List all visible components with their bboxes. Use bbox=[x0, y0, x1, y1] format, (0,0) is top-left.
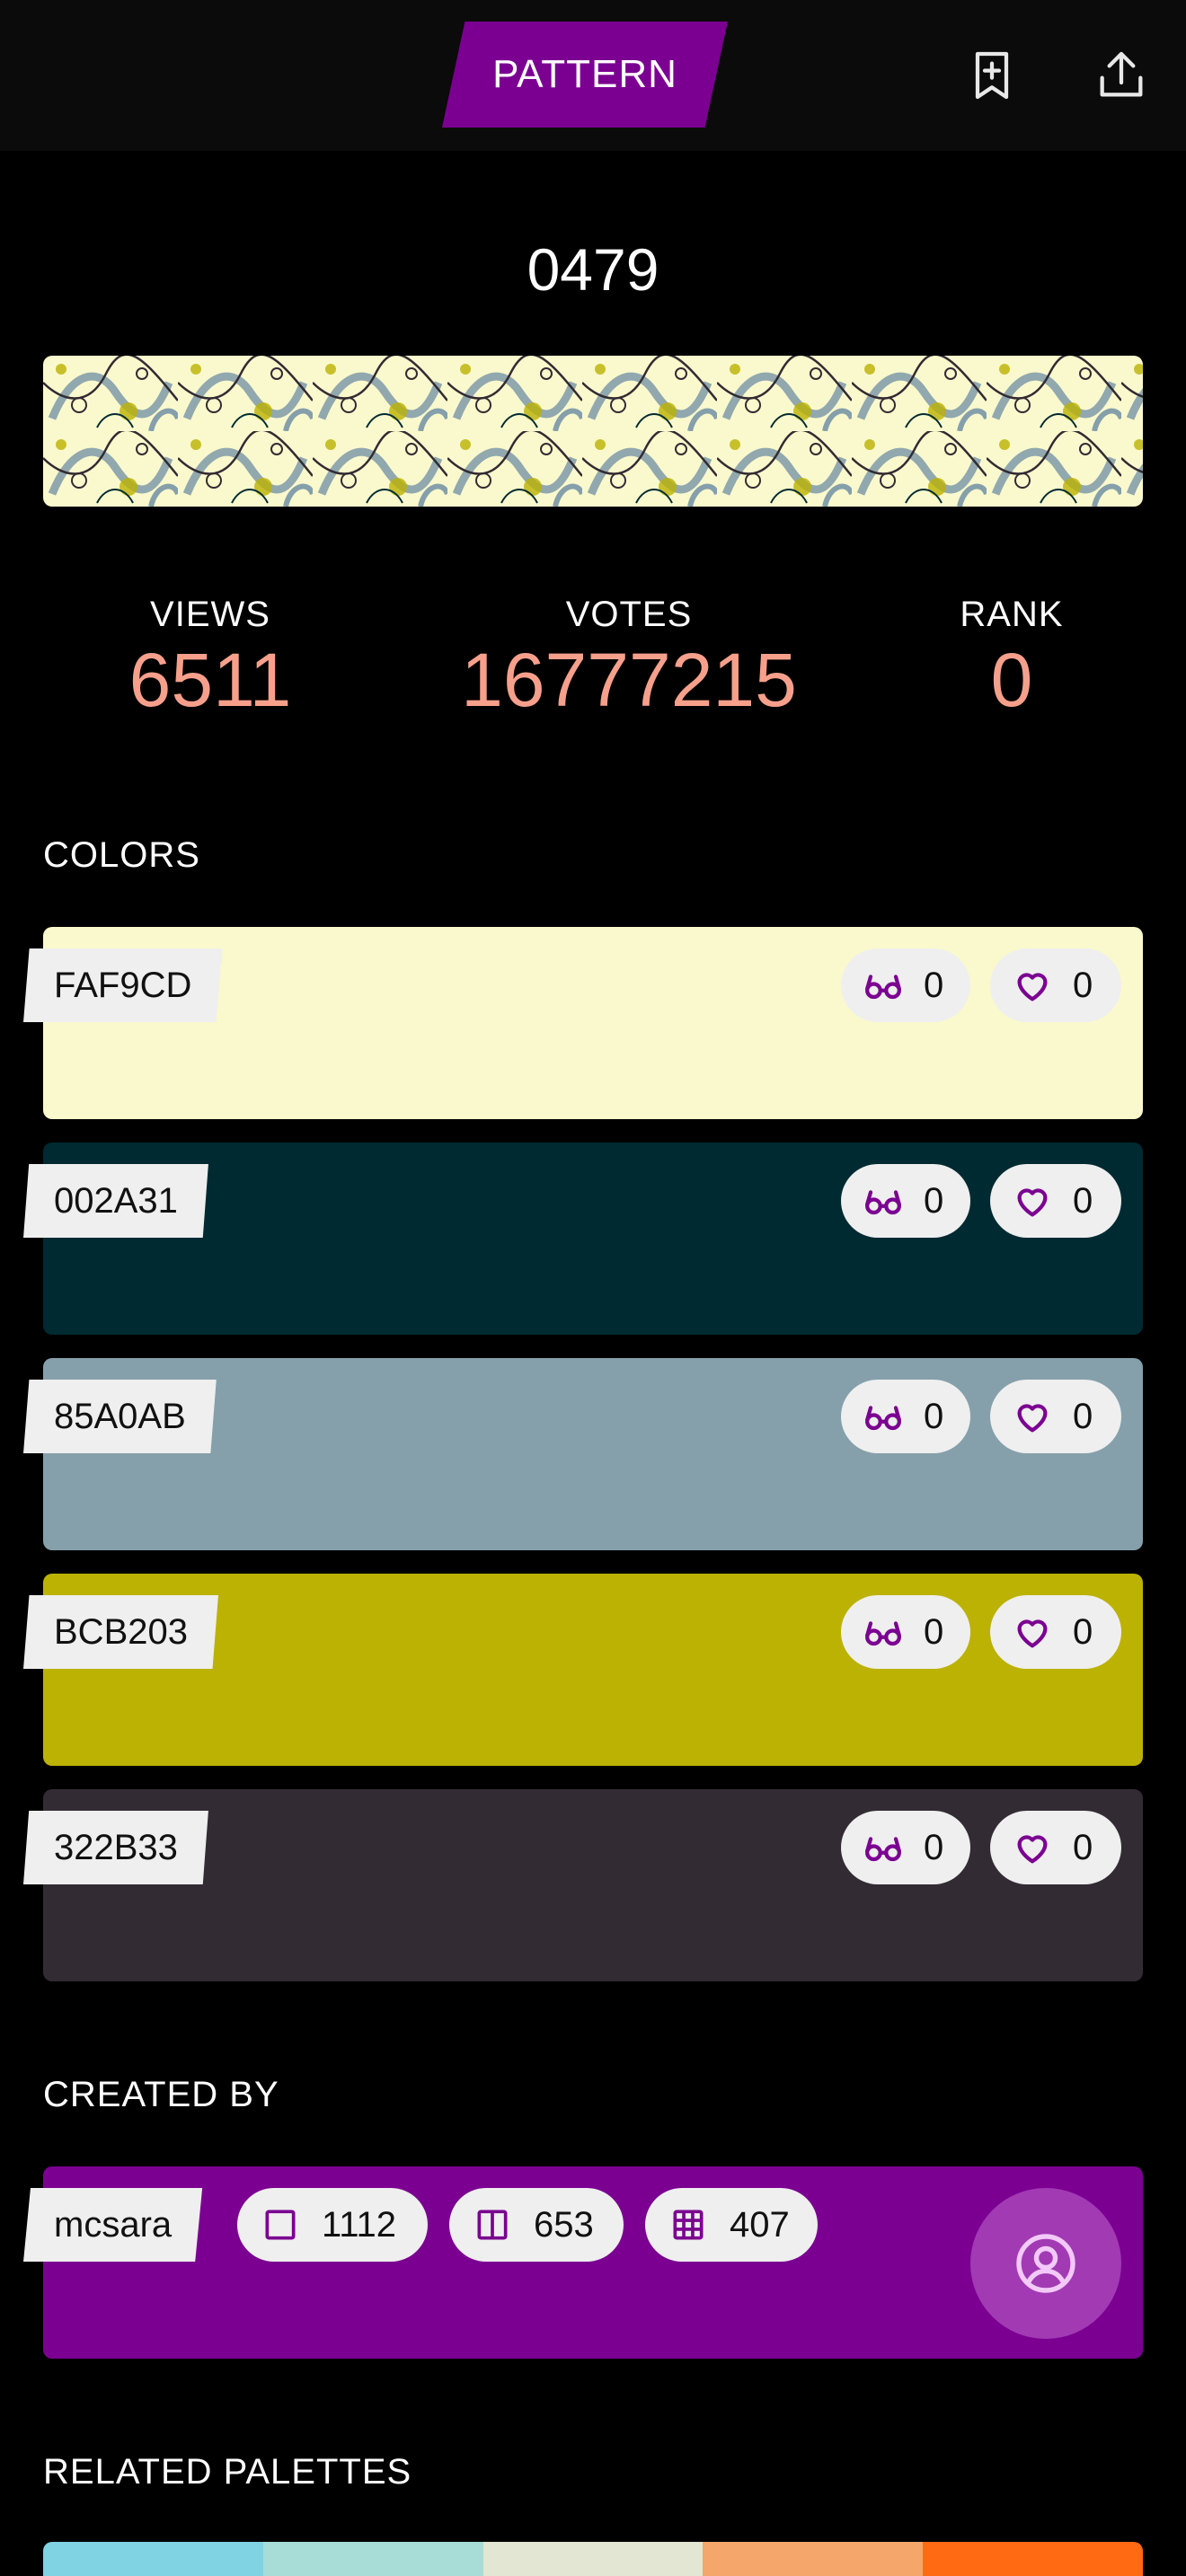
color-likes-count: 0 bbox=[1073, 965, 1093, 1005]
share-icon[interactable] bbox=[1085, 40, 1157, 111]
glasses-icon bbox=[865, 975, 901, 1000]
related-palette-color bbox=[703, 2542, 924, 2576]
profile-button[interactable] bbox=[970, 2188, 1121, 2339]
votes-label: VOTES bbox=[565, 595, 693, 634]
color-likes-count: 0 bbox=[1073, 1180, 1093, 1221]
color-hex-label[interactable]: 85A0AB bbox=[23, 1380, 217, 1453]
color-like-button[interactable]: 0 bbox=[990, 1811, 1121, 1884]
color-like-button[interactable]: 0 bbox=[990, 1595, 1121, 1669]
heart-icon bbox=[1017, 1404, 1048, 1433]
color-swatch[interactable]: 002A31 0 0 bbox=[23, 1142, 1143, 1335]
colors-section-title: COLORS bbox=[43, 835, 200, 875]
votes-value: 16777215 bbox=[461, 638, 797, 722]
creator-patterns-count[interactable]: 407 bbox=[645, 2188, 818, 2262]
pattern-id: 0479 bbox=[527, 236, 659, 303]
color-hex-label[interactable]: BCB203 bbox=[23, 1595, 218, 1669]
creator-card[interactable]: mcsara 1112 653 407 bbox=[23, 2166, 1143, 2359]
color-views-count: 0 bbox=[924, 1396, 944, 1436]
creator-colors-count[interactable]: 1112 bbox=[237, 2188, 428, 2262]
top-bar: PATTERN bbox=[0, 0, 1186, 151]
related-palettes-title: RELATED PALETTES bbox=[43, 2452, 412, 2492]
creator-palettes-count[interactable]: 653 bbox=[449, 2188, 624, 2262]
color-swatch[interactable]: 322B33 0 0 bbox=[23, 1789, 1143, 1981]
heart-icon bbox=[1017, 1835, 1048, 1864]
grid-icon bbox=[673, 2210, 704, 2240]
color-views-pill[interactable]: 0 bbox=[841, 948, 970, 1022]
color-like-button[interactable]: 0 bbox=[990, 948, 1121, 1022]
square-icon bbox=[265, 2210, 296, 2240]
stat-votes: VOTES 16777215 bbox=[449, 595, 809, 718]
color-likes-count: 0 bbox=[1073, 1396, 1093, 1436]
related-palette-color bbox=[482, 2542, 704, 2576]
rank-value: 0 bbox=[990, 638, 1033, 722]
color-views-count: 0 bbox=[924, 1827, 944, 1867]
color-views-count: 0 bbox=[924, 1611, 944, 1652]
color-views-pill[interactable]: 0 bbox=[841, 1380, 970, 1453]
color-swatch[interactable]: FAF9CD 0 0 bbox=[23, 927, 1143, 1119]
heart-icon bbox=[1017, 1188, 1048, 1217]
color-like-button[interactable]: 0 bbox=[990, 1164, 1121, 1238]
color-hex-label[interactable]: FAF9CD bbox=[23, 948, 223, 1022]
colors-count-value: 1112 bbox=[322, 2204, 397, 2245]
glasses-icon bbox=[865, 1190, 901, 1215]
color-like-button[interactable]: 0 bbox=[990, 1380, 1121, 1453]
color-views-count: 0 bbox=[924, 965, 944, 1005]
stat-views: VIEWS 6511 bbox=[120, 595, 300, 718]
tab-pattern[interactable]: PATTERN bbox=[442, 22, 728, 128]
related-palette-color bbox=[43, 2542, 263, 2576]
creator-username[interactable]: mcsara bbox=[23, 2188, 203, 2262]
views-value: 6511 bbox=[128, 638, 292, 722]
color-swatch[interactable]: BCB203 0 0 bbox=[23, 1574, 1143, 1766]
columns-icon bbox=[477, 2210, 508, 2240]
color-swatch[interactable]: 85A0AB 0 0 bbox=[23, 1358, 1143, 1550]
related-palette-color bbox=[262, 2542, 483, 2576]
glasses-icon bbox=[865, 1837, 901, 1862]
user-circle-icon bbox=[1016, 2234, 1075, 2293]
heart-icon bbox=[1017, 1619, 1048, 1648]
created-by-title: CREATED BY bbox=[43, 2075, 279, 2114]
related-palette-preview[interactable] bbox=[43, 2542, 1143, 2576]
pattern-preview[interactable] bbox=[43, 356, 1143, 507]
color-likes-count: 0 bbox=[1073, 1827, 1093, 1867]
heart-icon bbox=[1017, 973, 1048, 1001]
color-views-count: 0 bbox=[924, 1180, 944, 1221]
rank-label: RANK bbox=[960, 595, 1064, 634]
color-likes-count: 0 bbox=[1073, 1611, 1093, 1652]
color-views-pill[interactable]: 0 bbox=[841, 1164, 970, 1238]
patterns-count-value: 407 bbox=[730, 2204, 790, 2245]
color-hex-label[interactable]: 002A31 bbox=[23, 1164, 208, 1238]
views-label: VIEWS bbox=[150, 595, 270, 634]
glasses-icon bbox=[865, 1406, 901, 1431]
palettes-count-value: 653 bbox=[534, 2204, 594, 2245]
related-palette-color bbox=[923, 2542, 1143, 2576]
stat-rank: RANK 0 bbox=[922, 595, 1102, 718]
color-views-pill[interactable]: 0 bbox=[841, 1595, 970, 1669]
bookmark-add-icon[interactable] bbox=[956, 40, 1028, 111]
color-views-pill[interactable]: 0 bbox=[841, 1811, 970, 1884]
color-hex-label[interactable]: 322B33 bbox=[23, 1811, 208, 1884]
glasses-icon bbox=[865, 1621, 901, 1646]
